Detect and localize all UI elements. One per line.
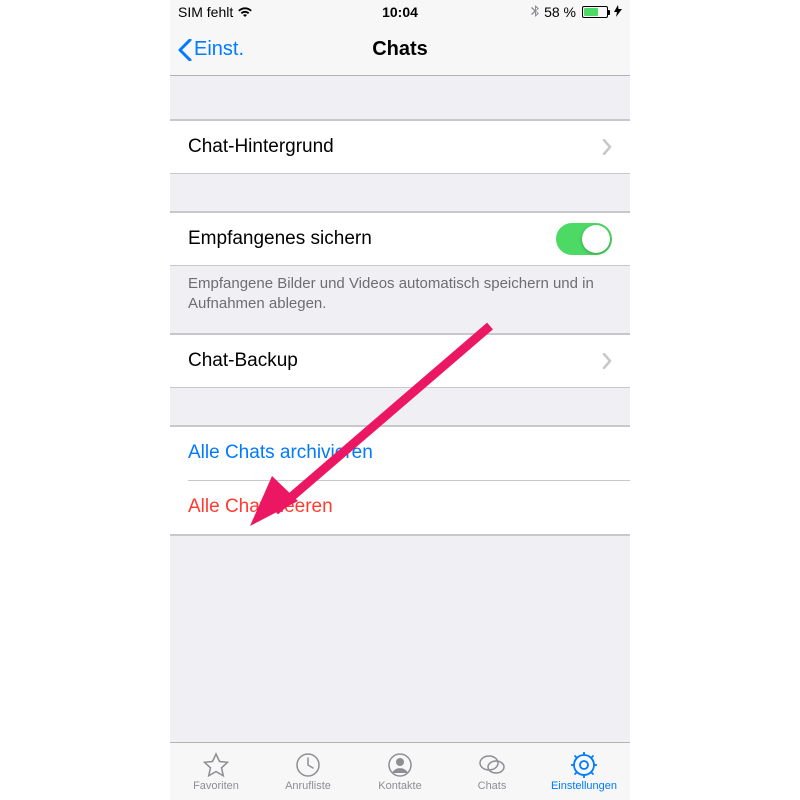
battery-pct: 58 % (544, 4, 576, 20)
nav-bar: Einst. Chats (170, 24, 630, 76)
back-button[interactable]: Einst. (178, 38, 244, 61)
tab-settings[interactable]: Einstellungen (538, 743, 630, 800)
settings-content: Chat-Hintergrund Empfangenes sichern Emp… (170, 76, 630, 742)
wifi-icon (237, 6, 253, 18)
star-icon (202, 751, 230, 779)
row-chat-wallpaper[interactable]: Chat-Hintergrund (170, 120, 630, 174)
row-label: Chat-Hintergrund (188, 136, 602, 158)
row-clear-all[interactable]: Alle Chats leeren (170, 481, 630, 535)
row-chat-backup[interactable]: Chat-Backup (170, 334, 630, 388)
chevron-left-icon (178, 39, 192, 61)
gear-icon (570, 751, 598, 779)
section-spacer (170, 535, 630, 536)
chevron-right-icon (602, 139, 612, 155)
section-spacer (170, 388, 630, 426)
clock-icon (294, 751, 322, 779)
contact-icon (386, 751, 414, 779)
tab-label: Einstellungen (551, 780, 617, 792)
status-time: 10:04 (382, 4, 418, 20)
tab-calls[interactable]: Anrufliste (262, 743, 354, 800)
chats-icon (478, 751, 506, 779)
tab-bar: Favoriten Anrufliste Kontakte Chats (170, 742, 630, 800)
status-bar: SIM fehlt 10:04 58 % (170, 0, 630, 24)
row-archive-all[interactable]: Alle Chats archivieren (170, 426, 630, 480)
page-title: Chats (372, 38, 428, 61)
battery-icon (582, 6, 608, 18)
back-label: Einst. (194, 38, 244, 61)
phone-frame: SIM fehlt 10:04 58 % Einst. Chats Cha (170, 0, 630, 800)
tab-favorites[interactable]: Favoriten (170, 743, 262, 800)
save-incoming-footer: Empfangene Bilder und Videos automatisch… (170, 266, 630, 334)
bluetooth-icon (531, 5, 540, 19)
tab-chats[interactable]: Chats (446, 743, 538, 800)
tab-label: Anrufliste (285, 780, 331, 792)
row-save-incoming[interactable]: Empfangenes sichern (170, 212, 630, 266)
carrier-text: SIM fehlt (178, 4, 233, 20)
row-label: Alle Chats archivieren (188, 442, 612, 464)
tab-label: Chats (478, 780, 507, 792)
tab-label: Favoriten (193, 780, 239, 792)
section-spacer (170, 76, 630, 120)
charging-icon (614, 5, 622, 20)
section-spacer (170, 174, 630, 212)
save-incoming-toggle[interactable] (556, 223, 612, 255)
tab-contacts[interactable]: Kontakte (354, 743, 446, 800)
row-label: Alle Chats leeren (188, 496, 612, 518)
row-label: Chat-Backup (188, 350, 602, 372)
tab-label: Kontakte (378, 780, 421, 792)
row-label: Empfangenes sichern (188, 228, 556, 250)
chevron-right-icon (602, 353, 612, 369)
